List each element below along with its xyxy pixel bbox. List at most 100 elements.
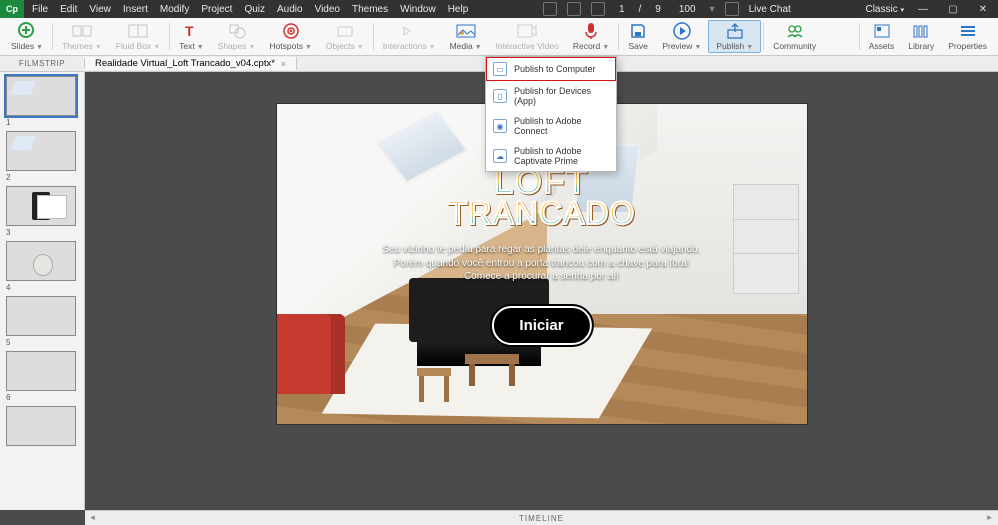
- page-total: 9: [651, 4, 665, 15]
- thumb-image: [6, 76, 76, 116]
- ribbon-preview[interactable]: Preview▼: [655, 18, 708, 55]
- thumb-image: [6, 241, 76, 281]
- thumb-image: [6, 406, 76, 446]
- ribbon-community[interactable]: Community: [766, 18, 823, 55]
- ribbon-interactive-video[interactable]: Interactive Video: [489, 18, 566, 55]
- stage-title-line2: TRANCADO: [448, 198, 636, 228]
- stage-title[interactable]: LOFT TRANCADO: [448, 166, 636, 229]
- properties-icon: [958, 22, 978, 40]
- publish-adobe-connect[interactable]: ◉ Publish to Adobe Connect: [486, 111, 616, 141]
- livechat-icon[interactable]: [725, 2, 739, 16]
- scene-sofa: [277, 314, 345, 394]
- slide-thumb-6[interactable]: 6: [6, 351, 78, 402]
- undo-icon[interactable]: [543, 2, 557, 16]
- menu-insert[interactable]: Insert: [123, 4, 148, 15]
- menu-file[interactable]: File: [32, 4, 48, 15]
- ribbon-media[interactable]: Media▼: [443, 18, 489, 55]
- window-maximize-icon[interactable]: ▢: [942, 2, 964, 16]
- ribbon-objects[interactable]: Objects▼: [319, 18, 371, 55]
- ribbon-library[interactable]: Library: [901, 18, 941, 55]
- slide-thumb-3[interactable]: 3: [6, 186, 78, 237]
- scene-shelf: [733, 184, 799, 294]
- ribbon-assets[interactable]: Assets: [862, 18, 902, 55]
- scroll-right-icon[interactable]: ▸: [984, 512, 996, 523]
- ribbon-interactions[interactable]: Interactions▼: [376, 18, 443, 55]
- scene-stool: [417, 368, 451, 376]
- fluidbox-icon: [128, 22, 148, 40]
- menu-audio[interactable]: Audio: [277, 4, 303, 15]
- scene-bench: [465, 354, 519, 364]
- publish-captivate-prime[interactable]: ☁ Publish to Adobe Captivate Prime: [486, 141, 616, 171]
- document-tab[interactable]: Realidade Virtual_Loft Trancado_v04.cptx…: [85, 57, 297, 70]
- redo-icon[interactable]: [567, 2, 581, 16]
- layout-picker[interactable]: Classic ▾: [865, 4, 904, 15]
- ribbon-slides[interactable]: Slides▼: [4, 18, 50, 55]
- page-sep: /: [639, 4, 642, 15]
- publish-for-devices[interactable]: ▯ Publish for Devices (App): [486, 81, 616, 111]
- preview-icon: [672, 22, 692, 40]
- computer-icon: ▭: [493, 62, 507, 76]
- device-icon: ▯: [493, 89, 507, 103]
- slide-thumb-1[interactable]: 1: [6, 76, 78, 127]
- menu-view[interactable]: View: [89, 4, 111, 15]
- themes-icon: [72, 22, 92, 40]
- assets-icon: [872, 22, 892, 40]
- ribbon-fluidbox[interactable]: Fluid Box▼: [109, 18, 167, 55]
- shapes-icon: [227, 22, 247, 40]
- publish-icon: [725, 22, 745, 40]
- stage-subtitle[interactable]: Seu vizinho te pediu para regar as plant…: [382, 243, 702, 284]
- filmstrip-header: FILMSTRIP: [0, 59, 85, 68]
- slide-thumb-5[interactable]: 5: [6, 296, 78, 347]
- menu-themes[interactable]: Themes: [352, 4, 388, 15]
- ribbon: Slides▼ Themes▼ Fluid Box▼ T Text▼ Shape…: [0, 18, 998, 56]
- timeline-panel-collapsed[interactable]: ◂ TIMELINE ▸: [85, 510, 998, 525]
- ribbon-save[interactable]: Save: [621, 18, 655, 55]
- svg-text:T: T: [185, 23, 194, 39]
- menu-video[interactable]: Video: [315, 4, 340, 15]
- thumb-number: 6: [6, 391, 78, 402]
- ribbon-hotspots[interactable]: Hotspots▼: [262, 18, 318, 55]
- thumb-image: [6, 131, 76, 171]
- slide-thumb-2[interactable]: 2: [6, 131, 78, 182]
- plus-slide-icon: [17, 22, 37, 40]
- start-button[interactable]: Iniciar: [491, 306, 591, 345]
- interactive-video-icon: [517, 22, 537, 40]
- menu-window[interactable]: Window: [400, 4, 436, 15]
- zoom-value[interactable]: 100: [675, 4, 700, 15]
- menu-project[interactable]: Project: [201, 4, 232, 15]
- window-minimize-icon[interactable]: —: [912, 2, 934, 16]
- title-right: Classic ▾ — ▢ ✕: [865, 2, 998, 16]
- slide-thumb-4[interactable]: 4: [6, 241, 78, 292]
- ribbon-publish[interactable]: Publish▼: [708, 20, 761, 53]
- ribbon-text[interactable]: T Text▼: [172, 18, 211, 55]
- menu-item-label: Publish for Devices (App): [514, 86, 609, 106]
- document-tab-label: Realidade Virtual_Loft Trancado_v04.cptx…: [95, 58, 275, 69]
- menu-quiz[interactable]: Quiz: [244, 4, 265, 15]
- thumb-image: [6, 186, 76, 226]
- livechat-label[interactable]: Live Chat: [749, 4, 791, 15]
- ribbon-properties[interactable]: Properties: [941, 18, 994, 55]
- ribbon-shapes[interactable]: Shapes▼: [211, 18, 263, 55]
- community-icon: [785, 22, 805, 40]
- title-center-controls: 1 / 9 100 ▾ Live Chat: [468, 2, 865, 16]
- tab-close-icon[interactable]: ×: [281, 59, 286, 69]
- publish-to-computer[interactable]: ▭ Publish to Computer: [486, 57, 616, 81]
- scroll-left-icon[interactable]: ◂: [87, 512, 99, 523]
- ribbon-record[interactable]: Record▼: [566, 18, 616, 55]
- menu-item-label: Publish to Computer: [514, 64, 596, 74]
- thumb-number: [6, 446, 78, 448]
- filmstrip-panel[interactable]: 1 2 3 4 5 6: [0, 72, 85, 510]
- thumb-image: [6, 296, 76, 336]
- menu-edit[interactable]: Edit: [60, 4, 77, 15]
- pointer-icon[interactable]: [591, 2, 605, 16]
- thumb-number: 2: [6, 171, 78, 182]
- text-icon: T: [181, 22, 201, 40]
- menu-modify[interactable]: Modify: [160, 4, 189, 15]
- slide-thumb-7[interactable]: [6, 406, 78, 448]
- thumb-number: 5: [6, 336, 78, 347]
- menu-help[interactable]: Help: [448, 4, 469, 15]
- ribbon-themes[interactable]: Themes▼: [55, 18, 109, 55]
- window-close-icon[interactable]: ✕: [972, 2, 994, 16]
- cloud-upload-icon: ☁: [493, 149, 507, 163]
- publish-dropdown: ▭ Publish to Computer ▯ Publish for Devi…: [485, 56, 617, 172]
